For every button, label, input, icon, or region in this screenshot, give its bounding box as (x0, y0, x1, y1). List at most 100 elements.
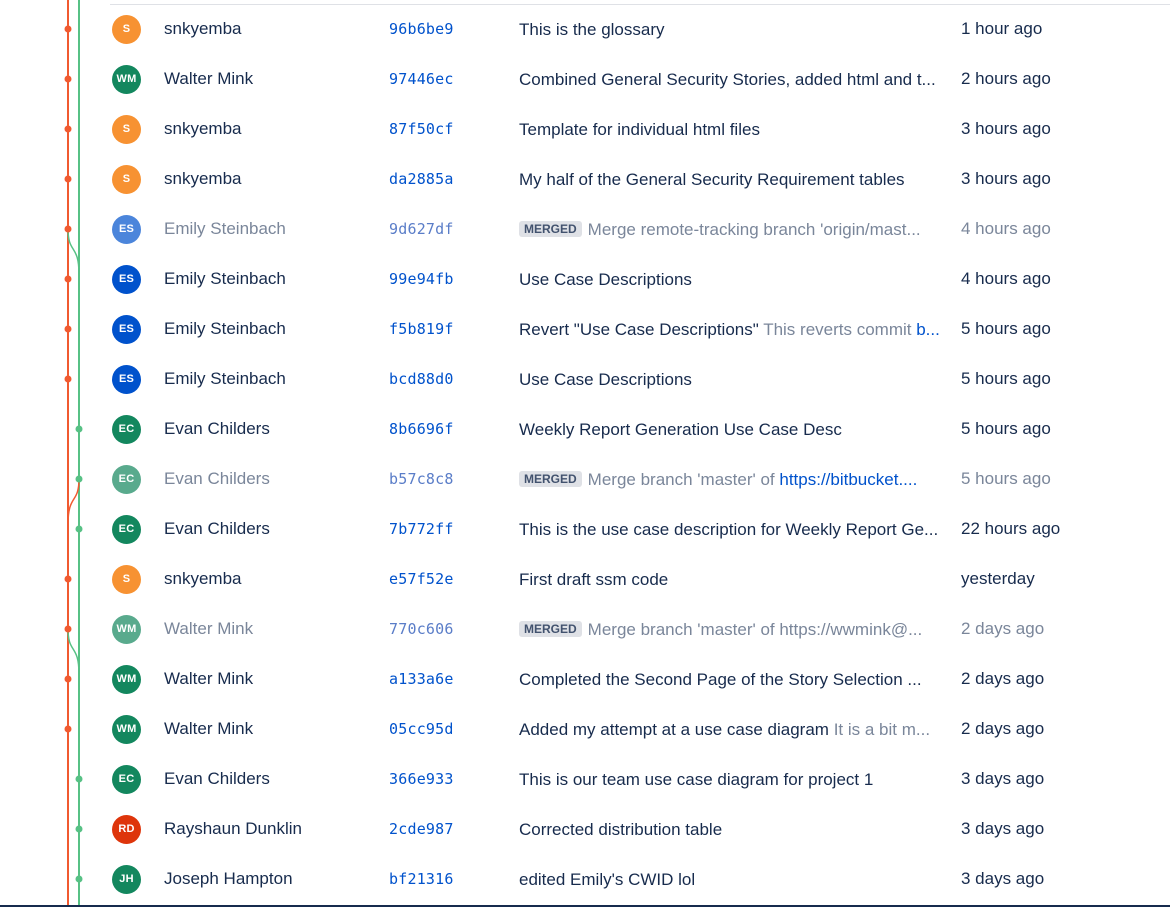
commit-row[interactable]: WM Walter Mink 97446ec Combined General … (0, 54, 1170, 104)
avatar[interactable]: S (112, 565, 141, 594)
commit-hash-link[interactable]: b57c8c8 (389, 470, 454, 488)
commit-hash-link[interactable]: 770c606 (389, 620, 454, 638)
commit-row[interactable]: S snkyemba da2885a My half of the Genera… (0, 154, 1170, 204)
avatar[interactable]: S (112, 165, 141, 194)
commit-row[interactable]: RD Rayshaun Dunklin 2cde987 Corrected di… (0, 804, 1170, 854)
commit-body-link[interactable]: b... (916, 320, 940, 339)
commit-subject: This is the use case description for Wee… (519, 520, 939, 539)
commit-subject: Merge branch 'master' of https://wwmink@… (587, 620, 923, 639)
commit-subject: This is our team use case diagram for pr… (519, 770, 874, 789)
commit-message[interactable]: Revert "Use Case Descriptions" This reve… (519, 320, 943, 340)
avatar[interactable]: EC (112, 515, 141, 544)
avatar[interactable]: S (112, 115, 141, 144)
commit-hash-link[interactable]: 366e933 (389, 770, 454, 788)
commit-hash-link[interactable]: 7b772ff (389, 520, 454, 538)
commit-message[interactable]: edited Emily's CWID lol (519, 870, 943, 890)
author-name: snkyemba (164, 569, 242, 588)
author-name: snkyemba (164, 19, 242, 38)
avatar[interactable]: EC (112, 465, 141, 494)
commit-time: yesterday (961, 569, 1035, 588)
commit-message[interactable]: Weekly Report Generation Use Case Desc (519, 420, 943, 440)
commit-message[interactable]: Use Case Descriptions (519, 370, 943, 390)
commit-row[interactable]: S snkyemba 87f50cf Template for individu… (0, 104, 1170, 154)
commit-hash-link[interactable]: f5b819f (389, 320, 454, 338)
commit-row[interactable]: JH Joseph Hampton bf21316 edited Emily's… (0, 854, 1170, 904)
commit-message[interactable]: MERGED Merge remote-tracking branch 'orig… (519, 220, 943, 240)
author-name: Evan Childers (164, 419, 270, 438)
commit-subject: Use Case Descriptions (519, 270, 692, 289)
commit-hash-link[interactable]: e57f52e (389, 570, 454, 588)
commit-hash-link[interactable]: bf21316 (389, 870, 454, 888)
commit-message[interactable]: MERGED Merge branch 'master' of https://w… (519, 620, 943, 640)
author-name: Emily Steinbach (164, 369, 286, 388)
commit-message[interactable]: Template for individual html files (519, 120, 943, 140)
avatar[interactable]: EC (112, 765, 141, 794)
commit-message[interactable]: Combined General Security Stories, added… (519, 70, 943, 90)
avatar[interactable]: ES (112, 315, 141, 344)
commit-subject: Weekly Report Generation Use Case Desc (519, 420, 842, 439)
commit-row[interactable]: S snkyemba 96b6be9 This is the glossary … (0, 4, 1170, 54)
commit-hash-link[interactable]: 87f50cf (389, 120, 454, 138)
commit-message[interactable]: Use Case Descriptions (519, 270, 943, 290)
author-name: snkyemba (164, 119, 242, 138)
commit-message[interactable]: This is the use case description for Wee… (519, 520, 943, 540)
commit-subject: edited Emily's CWID lol (519, 870, 696, 889)
avatar[interactable]: WM (112, 615, 141, 644)
commit-hash-link[interactable]: 05cc95d (389, 720, 454, 738)
commit-row[interactable]: ES Emily Steinbach bcd88d0 Use Case Desc… (0, 354, 1170, 404)
commit-row[interactable]: WM Walter Mink 05cc95d Added my attempt … (0, 704, 1170, 754)
avatar[interactable]: EC (112, 415, 141, 444)
author-name: Walter Mink (164, 669, 254, 688)
commit-message[interactable]: This is our team use case diagram for pr… (519, 770, 943, 790)
commit-hash-link[interactable]: 96b6be9 (389, 20, 454, 38)
commit-time: 2 days ago (961, 669, 1045, 688)
commit-hash-link[interactable]: bcd88d0 (389, 370, 454, 388)
commit-subject: This is the glossary (519, 20, 665, 39)
commit-row[interactable]: ES Emily Steinbach f5b819f Revert "Use C… (0, 304, 1170, 354)
commit-message[interactable]: Added my attempt at a use case diagram I… (519, 720, 943, 740)
commit-subject: Completed the Second Page of the Story S… (519, 670, 922, 689)
commit-hash-link[interactable]: 9d627df (389, 220, 454, 238)
commit-hash-link[interactable]: 97446ec (389, 70, 454, 88)
avatar[interactable]: WM (112, 65, 141, 94)
commit-row[interactable]: EC Evan Childers b57c8c8 MERGED Merge bra… (0, 454, 1170, 504)
commit-subject: Combined General Security Stories, added… (519, 70, 936, 89)
commit-time: 5 hours ago (961, 319, 1051, 338)
commit-body-link[interactable]: https://bitbucket.... (779, 470, 917, 489)
avatar[interactable]: WM (112, 715, 141, 744)
commit-row[interactable]: WM Walter Mink 770c606 MERGED Merge branc… (0, 604, 1170, 654)
commit-time: 1 hour ago (961, 19, 1043, 38)
avatar[interactable]: RD (112, 815, 141, 844)
avatar[interactable]: WM (112, 665, 141, 694)
avatar[interactable]: S (112, 15, 141, 44)
commit-row[interactable]: S snkyemba e57f52e First draft ssm code … (0, 554, 1170, 604)
commit-row[interactable]: ES Emily Steinbach 9d627df MERGED Merge r… (0, 204, 1170, 254)
commit-time: 3 days ago (961, 819, 1045, 838)
author-name: Walter Mink (164, 619, 254, 638)
commit-message[interactable]: My half of the General Security Requirem… (519, 170, 943, 190)
commit-message[interactable]: Completed the Second Page of the Story S… (519, 670, 943, 690)
commit-message[interactable]: Corrected distribution table (519, 820, 943, 840)
commit-hash-link[interactable]: da2885a (389, 170, 454, 188)
commit-row[interactable]: EC Evan Childers 7b772ff This is the use… (0, 504, 1170, 554)
avatar[interactable]: ES (112, 265, 141, 294)
avatar[interactable]: ES (112, 365, 141, 394)
commit-subject: My half of the General Security Requirem… (519, 170, 905, 189)
commit-message[interactable]: First draft ssm code (519, 570, 943, 590)
commit-row[interactable]: WM Walter Mink a133a6e Completed the Sec… (0, 654, 1170, 704)
commit-message[interactable]: This is the glossary (519, 20, 943, 40)
commit-hash-link[interactable]: 2cde987 (389, 820, 454, 838)
commit-row[interactable]: EC Evan Childers 8b6696f Weekly Report G… (0, 404, 1170, 454)
avatar[interactable]: ES (112, 215, 141, 244)
commit-body: It is a bit m... (833, 720, 931, 739)
commit-subject: Corrected distribution table (519, 820, 723, 839)
commit-hash-link[interactable]: 8b6696f (389, 420, 454, 438)
commit-hash-link[interactable]: a133a6e (389, 670, 454, 688)
commit-time: 2 days ago (961, 719, 1045, 738)
commit-message[interactable]: MERGED Merge branch 'master' of https://b… (519, 470, 943, 490)
commit-row[interactable]: EC Evan Childers 366e933 This is our tea… (0, 754, 1170, 804)
commit-subject: First draft ssm code (519, 570, 669, 589)
commit-row[interactable]: ES Emily Steinbach 99e94fb Use Case Desc… (0, 254, 1170, 304)
commit-hash-link[interactable]: 99e94fb (389, 270, 454, 288)
avatar[interactable]: JH (112, 865, 141, 894)
